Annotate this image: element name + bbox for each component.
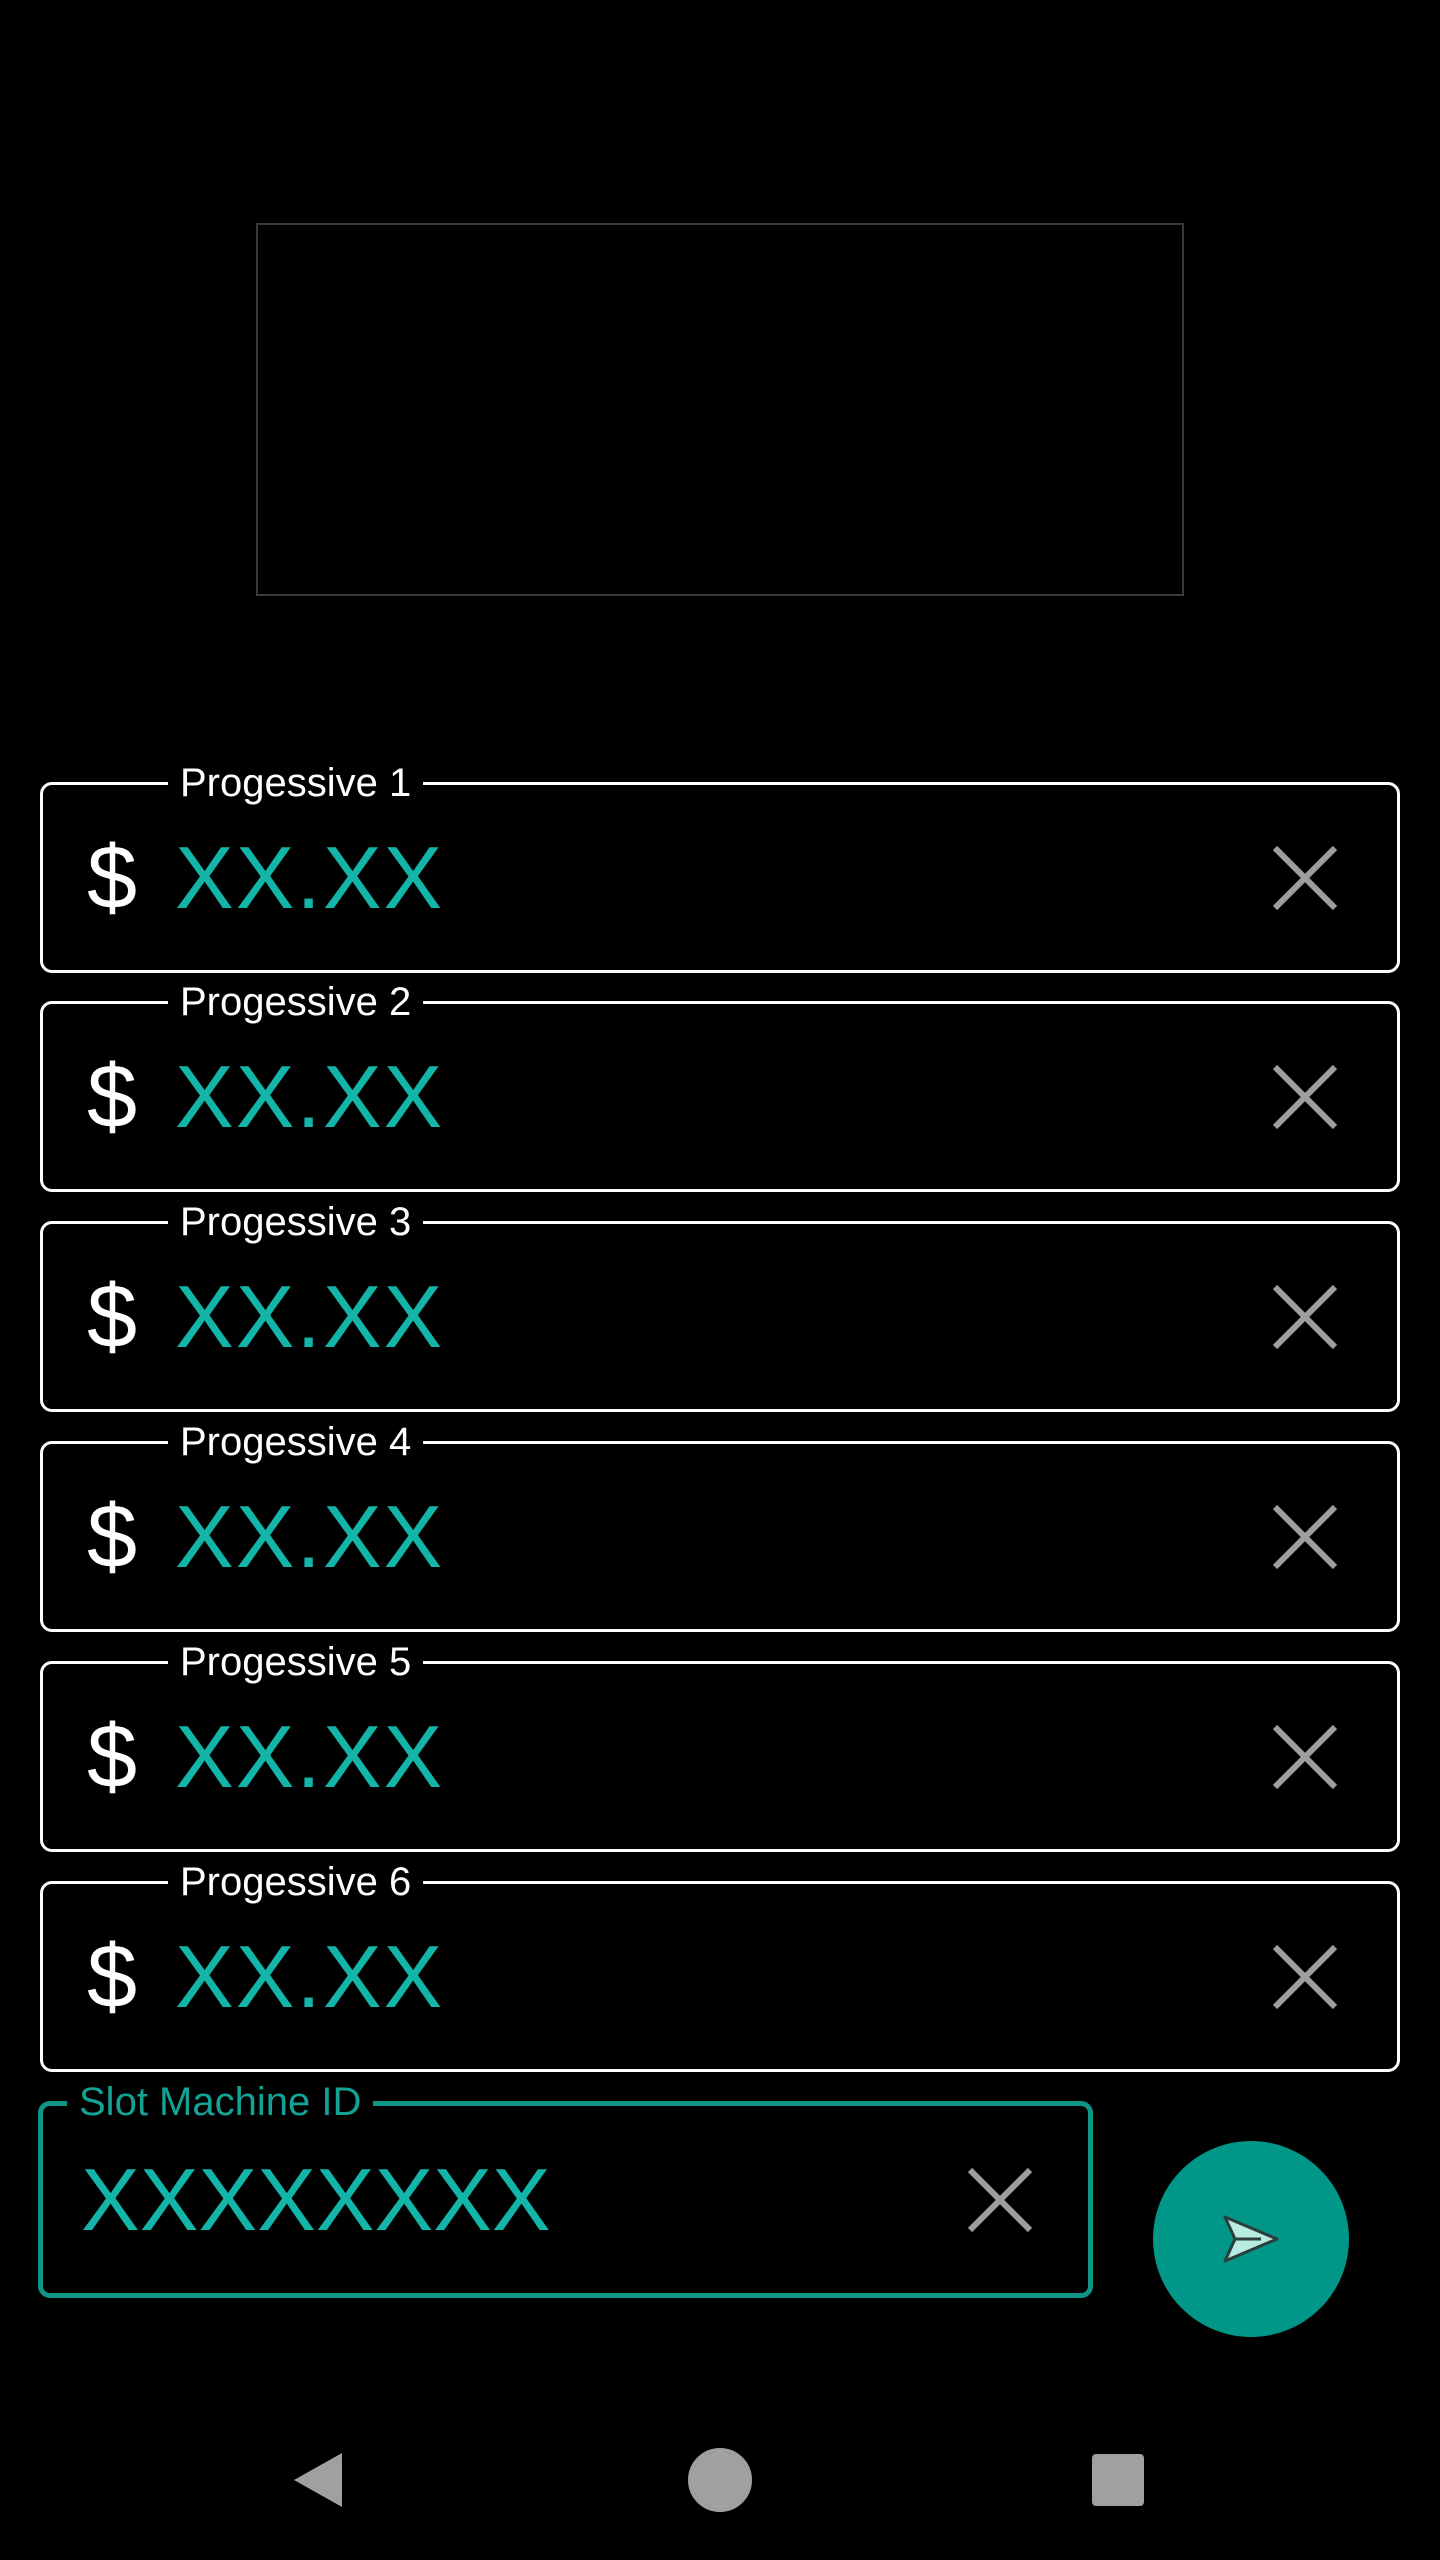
slot-machine-id-input[interactable]: XXXXXXXX: [81, 2155, 551, 2244]
progressive-6-label: Progessive 6: [168, 1858, 424, 1906]
back-triangle-icon: [294, 2453, 342, 2507]
slot-machine-id-label: Slot Machine ID: [67, 2078, 374, 2126]
nav-recents-button[interactable]: [1058, 2400, 1178, 2560]
send-icon: [1223, 2215, 1279, 2263]
progressive-5-label: Progessive 5: [168, 1638, 424, 1686]
progressive-4-label: Progessive 4: [168, 1418, 424, 1466]
close-icon[interactable]: [1269, 842, 1341, 914]
close-icon[interactable]: [1269, 1501, 1341, 1573]
progressive-3-field[interactable]: Progessive 3 $ XX.XX: [40, 1198, 1400, 1412]
progressive-1-input[interactable]: XX.XX: [175, 833, 444, 922]
close-icon[interactable]: [1269, 1721, 1341, 1793]
progressive-1-label: Progessive 1: [168, 759, 424, 807]
nav-back-button[interactable]: [258, 2400, 378, 2560]
progressive-3-label: Progessive 3: [168, 1198, 424, 1246]
home-circle-icon: [688, 2448, 752, 2512]
progressive-2-label: Progessive 2: [168, 978, 424, 1026]
progressive-2-field[interactable]: Progessive 2 $ XX.XX: [40, 978, 1400, 1192]
currency-symbol: $: [87, 1706, 138, 1807]
progressive-1-field[interactable]: Progessive 1 $ XX.XX: [40, 759, 1400, 973]
system-navigation-bar: [0, 2400, 1440, 2560]
close-icon[interactable]: [1269, 1941, 1341, 2013]
close-icon[interactable]: [1269, 1061, 1341, 1133]
send-button[interactable]: [1153, 2141, 1349, 2337]
progressive-5-input[interactable]: XX.XX: [175, 1712, 444, 1801]
progressive-4-field[interactable]: Progessive 4 $ XX.XX: [40, 1418, 1400, 1632]
slot-machine-id-field[interactable]: Slot Machine ID XXXXXXXX: [38, 2078, 1093, 2298]
currency-symbol: $: [87, 827, 138, 928]
progressive-2-input[interactable]: XX.XX: [175, 1052, 444, 1141]
currency-symbol: $: [87, 1486, 138, 1587]
currency-symbol: $: [87, 1046, 138, 1147]
currency-symbol: $: [87, 1266, 138, 1367]
progressive-6-field[interactable]: Progessive 6 $ XX.XX: [40, 1858, 1400, 2072]
progressive-4-input[interactable]: XX.XX: [175, 1492, 444, 1581]
progressive-5-field[interactable]: Progessive 5 $ XX.XX: [40, 1638, 1400, 1852]
currency-symbol: $: [87, 1926, 138, 2027]
nav-home-button[interactable]: [660, 2400, 780, 2560]
close-icon[interactable]: [964, 2164, 1036, 2236]
close-icon[interactable]: [1269, 1281, 1341, 1353]
progressive-6-input[interactable]: XX.XX: [175, 1932, 444, 2021]
recents-square-icon: [1092, 2454, 1144, 2506]
progressive-3-input[interactable]: XX.XX: [175, 1272, 444, 1361]
preview-area: [256, 223, 1184, 596]
